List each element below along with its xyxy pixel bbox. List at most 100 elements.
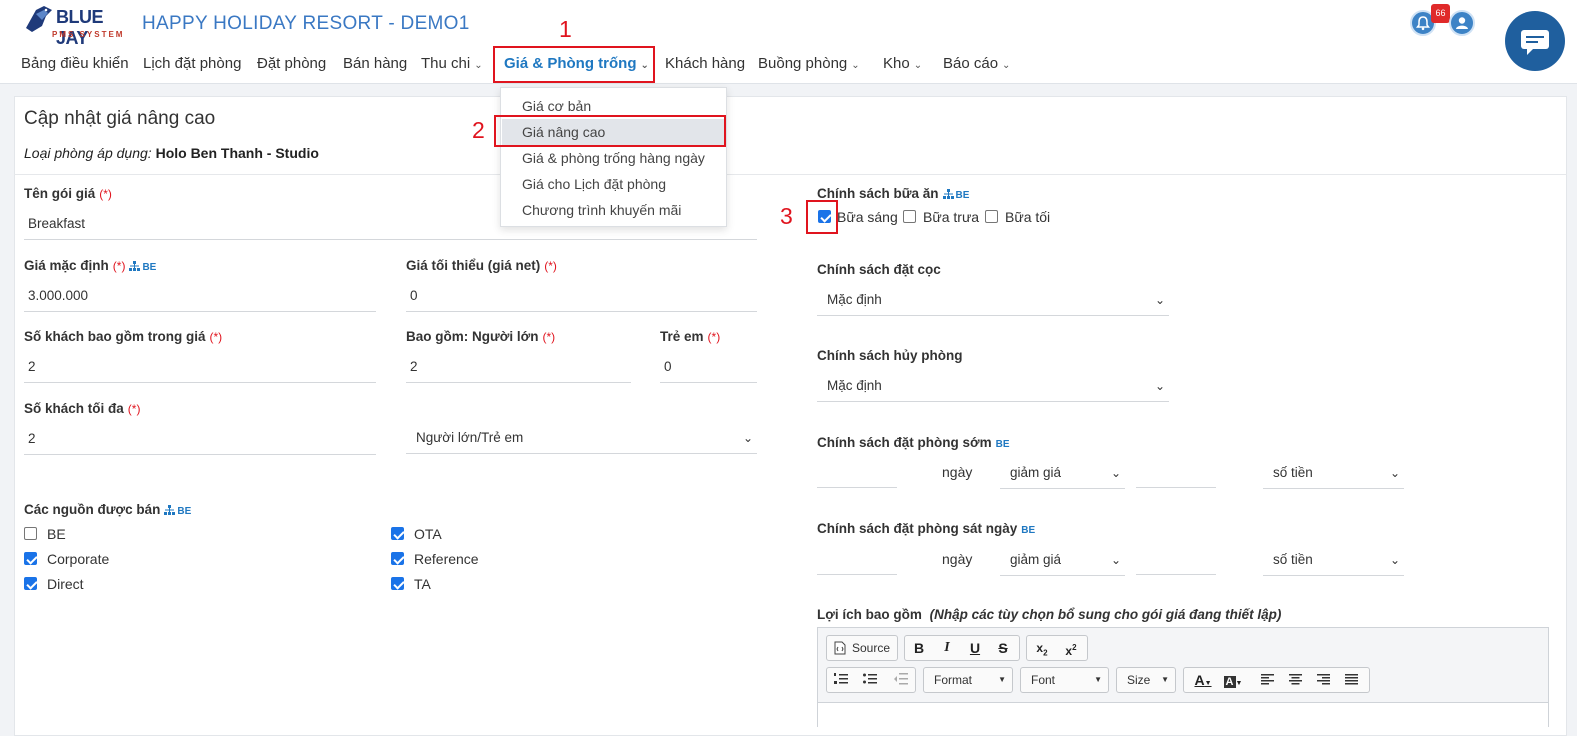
size-label: Size ▼ — [1117, 668, 1175, 692]
align-right-icon[interactable] — [1310, 668, 1336, 692]
source-button[interactable]: Source — [826, 635, 898, 661]
chevron-down-icon: ⌄ — [851, 60, 860, 71]
bulleted-list-icon[interactable] — [857, 668, 883, 692]
benefits-hint: (Nhập các tùy chọn bổ sung cho gói giá đ… — [929, 607, 1282, 622]
source-label: Source — [852, 641, 891, 655]
source-corporate-label: Corporate — [47, 551, 110, 567]
highlight-box-breakfast — [806, 200, 838, 234]
background-color-icon[interactable]: A ▼ — [1218, 668, 1248, 692]
required-marker: (*) — [542, 330, 556, 344]
late-booking-amount-type-select[interactable]: số tiền ⌄ — [1263, 544, 1404, 576]
guests-included-input[interactable]: 2 — [24, 351, 376, 383]
nav-reservations[interactable]: Đặt phòng — [257, 46, 326, 82]
caret-down-icon: ▼ — [1161, 675, 1169, 684]
cancel-policy-select[interactable]: Mặc định ⌄ — [817, 370, 1169, 402]
select-value: Người lớn/Trẻ em — [416, 430, 524, 445]
label-text: Các nguồn được bán — [24, 502, 161, 517]
nav-customers[interactable]: Khách hàng — [665, 46, 745, 82]
source-reference-checkbox[interactable] — [391, 552, 404, 565]
source-corporate-checkbox[interactable] — [24, 552, 37, 565]
font-dropdown[interactable]: Font ▼ — [1020, 667, 1109, 693]
early-booking-days-input[interactable] — [817, 456, 897, 488]
format-dropdown[interactable]: Format ▼ — [923, 667, 1013, 693]
blue-jay-bird-icon — [26, 6, 52, 32]
strikethrough-icon[interactable]: S — [990, 636, 1016, 660]
nav-housekeeping[interactable]: Buồng phòng ⌄ — [758, 46, 860, 82]
align-justify-icon[interactable] — [1338, 668, 1364, 692]
nav-dashboard[interactable]: Bảng điều khiển — [21, 46, 129, 82]
meal-dinner-checkbox[interactable] — [985, 210, 998, 223]
source-be-checkbox[interactable] — [24, 527, 37, 540]
source-be-label: BE — [47, 526, 66, 542]
meal-lunch-checkbox[interactable] — [903, 210, 916, 223]
required-marker: (*) — [99, 187, 112, 201]
benefits-editor: Source B I U S x2 x2 Format ▼ Font ▼ Size ▼… — [817, 627, 1549, 732]
superscript-icon[interactable]: x2 — [1058, 636, 1084, 660]
meal-lunch-label: Bữa trưa — [923, 209, 980, 225]
source-ta-checkbox[interactable] — [391, 577, 404, 590]
be-text: BE — [955, 190, 970, 201]
nav-label: Thu chi — [421, 55, 471, 72]
min-price-label: Giá tối thiểu (giá net) (*) — [406, 258, 557, 273]
logo[interactable]: BLUE JAY PMS SYSTEM — [22, 4, 126, 48]
early-booking-discount-select[interactable]: giảm giá ⌄ — [1000, 457, 1125, 489]
early-booking-label: Chính sách đặt phòng sớm BE — [817, 435, 1010, 450]
nav-label: Bán hàng — [343, 55, 408, 72]
nav-sales[interactable]: Bán hàng — [343, 46, 407, 82]
annotation-marker-2: 2 — [472, 117, 485, 143]
italic-icon[interactable]: I — [934, 636, 960, 660]
menu-item-calendar-rate[interactable]: Giá cho Lịch đặt phòng — [502, 171, 726, 197]
source-ota-checkbox[interactable] — [391, 527, 404, 540]
min-price-input[interactable]: 0 — [406, 280, 757, 312]
color-align-group: A▼ A ▼ — [1183, 667, 1370, 693]
meal-breakfast-label: Bữa sáng — [837, 209, 898, 225]
be-tag: BE — [1021, 525, 1036, 536]
caret-down-icon: ▼ — [1094, 675, 1102, 684]
late-booking-discount-select[interactable]: giảm giá ⌄ — [1000, 544, 1125, 576]
menu-item-daily-availability[interactable]: Giá & phòng trống hàng ngày — [502, 145, 726, 171]
label-text: Bao gồm: Người lớn — [406, 329, 539, 344]
select-value: Mặc định — [827, 292, 882, 307]
required-marker: (*) — [127, 402, 141, 416]
bold-icon[interactable]: B — [906, 636, 932, 660]
outdent-icon[interactable] — [888, 668, 914, 692]
align-center-icon[interactable] — [1282, 668, 1308, 692]
max-guests-input[interactable]: 2 — [24, 423, 376, 455]
source-direct-label: Direct — [47, 576, 84, 592]
be-tag: BE — [995, 439, 1010, 450]
guest-type-select[interactable]: Người lớn/Trẻ em ⌄ — [406, 422, 757, 454]
nav-finance[interactable]: Thu chi ⌄ — [421, 46, 483, 82]
text-color-icon[interactable]: A▼ — [1188, 668, 1218, 692]
be-tag: BE — [129, 261, 156, 273]
default-price-input[interactable]: 3.000.000 — [24, 280, 376, 312]
user-avatar-icon[interactable] — [1449, 10, 1475, 36]
nav-label: Buồng phòng — [758, 55, 848, 72]
format-label: Format ▼ — [924, 668, 1012, 692]
editor-content-area[interactable] — [818, 702, 1548, 732]
logo-subtext: PMS SYSTEM — [52, 30, 125, 39]
source-direct-checkbox[interactable] — [24, 577, 37, 590]
late-booking-amount-input[interactable] — [1136, 543, 1216, 575]
subscript-icon[interactable]: x2 — [1029, 636, 1055, 660]
annotation-marker-1: 1 — [559, 16, 572, 42]
meal-policy-label: Chính sách bữa ăn BE — [817, 186, 969, 201]
be-text: BE — [177, 506, 192, 517]
adults-included-input[interactable]: 2 — [406, 351, 631, 383]
numbered-list-icon[interactable] — [828, 668, 854, 692]
early-booking-amount-type-select[interactable]: số tiền ⌄ — [1263, 457, 1404, 489]
nav-reports[interactable]: Báo cáo ⌄ — [943, 46, 1010, 82]
late-booking-days-input[interactable] — [817, 543, 897, 575]
nav-booking-calendar[interactable]: Lịch đặt phòng — [143, 46, 241, 82]
size-dropdown[interactable]: Size ▼ — [1116, 667, 1176, 693]
children-input[interactable]: 0 — [660, 351, 757, 383]
menu-item-promotions[interactable]: Chương trình khuyến mãi — [502, 197, 726, 223]
underline-icon[interactable]: U — [962, 636, 988, 660]
label-text: Lợi ích bao gồm — [817, 607, 922, 622]
children-label: Trẻ em (*) — [660, 329, 720, 344]
align-left-icon[interactable] — [1254, 668, 1280, 692]
nav-inventory[interactable]: Kho ⌄ — [883, 46, 922, 82]
deposit-policy-select[interactable]: Mặc định ⌄ — [817, 284, 1169, 316]
early-booking-amount-input[interactable] — [1136, 456, 1216, 488]
list-group — [826, 667, 916, 693]
chat-bubble-icon[interactable] — [1505, 11, 1565, 71]
